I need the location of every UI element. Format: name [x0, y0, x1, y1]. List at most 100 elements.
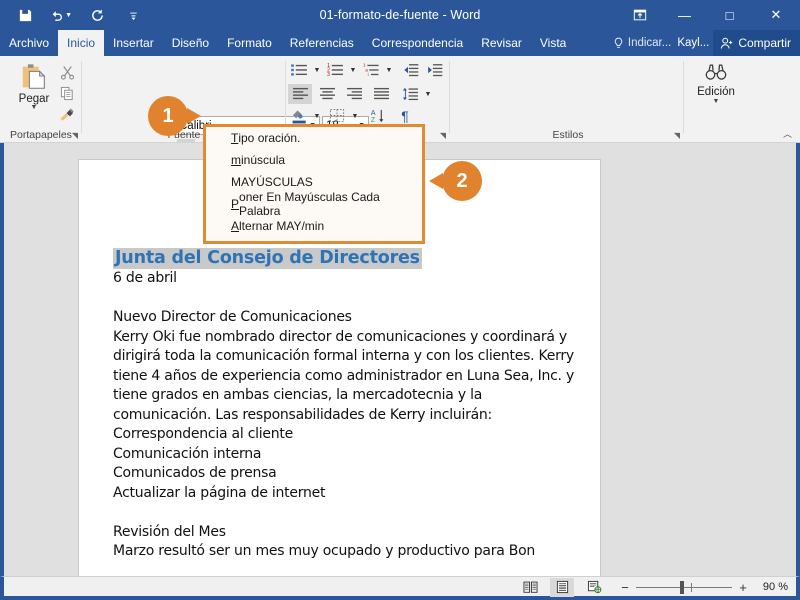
find-binoculars-icon: [704, 62, 728, 84]
align-center-icon[interactable]: [315, 84, 339, 104]
share-person-icon: [720, 37, 734, 50]
read-mode-icon[interactable]: [518, 578, 542, 597]
minimize-button[interactable]: —: [662, 0, 707, 30]
svg-text:i: i: [367, 72, 368, 77]
multilevel-dropdown-caret[interactable]: ▼: [383, 60, 393, 80]
align-left-icon[interactable]: [288, 84, 312, 104]
maximize-button[interactable]: □: [707, 0, 752, 30]
zoom-slider[interactable]: [636, 580, 732, 594]
menu-item-label: inúscula: [241, 153, 286, 167]
tab-formato[interactable]: Formato: [218, 30, 281, 56]
bullets-icon[interactable]: [288, 60, 310, 80]
paste-icon: [19, 62, 49, 92]
ribbon-display-options-icon[interactable]: [617, 0, 662, 30]
close-button[interactable]: ✕: [752, 0, 800, 30]
paste-button[interactable]: Pegar ▼: [10, 62, 58, 111]
increase-indent-icon[interactable]: [423, 60, 445, 80]
borders-dropdown-caret[interactable]: ▼: [349, 106, 359, 126]
numbering-dropdown-caret[interactable]: ▼: [347, 60, 357, 80]
group-edicion: Edición ▼ ︿: [686, 56, 800, 143]
menu-item-accelerator: m: [231, 153, 241, 167]
tab-vista[interactable]: Vista: [531, 30, 575, 56]
menu-item-label: lternar MAY/min: [239, 219, 325, 233]
clipboard-dialog-launcher[interactable]: ◥: [72, 131, 78, 140]
menu-item-minuscula[interactable]: m inúscula: [206, 149, 422, 171]
paste-dropdown-caret[interactable]: ▼: [31, 104, 38, 111]
line-spacing-dropdown-caret[interactable]: ▼: [422, 84, 432, 104]
document-paragraph: Correspondencia al cliente: [113, 426, 294, 442]
shading-icon[interactable]: [288, 106, 310, 126]
document-date: 6 de abril: [113, 270, 177, 286]
tab-bar-right: Indicar... Kayl... Compartir: [609, 30, 800, 56]
sort-icon[interactable]: AZ: [366, 106, 388, 126]
tab-inicio[interactable]: Inicio: [58, 30, 105, 56]
svg-text:A: A: [370, 110, 375, 117]
numbering-icon[interactable]: 123: [324, 60, 346, 80]
menu-item-label: oner En Mayúsculas Cada Palabra: [239, 190, 380, 218]
status-bar: − + 90 %: [0, 576, 800, 600]
justify-icon[interactable]: [369, 84, 393, 104]
menu-item-accelerator: MAY: [231, 175, 257, 189]
zoom-in-button[interactable]: +: [738, 580, 748, 595]
change-case-dropdown-menu[interactable]: Tipo oración. m inúscula MAY ÚSCULAS Poner…: [203, 124, 425, 244]
group-label-portapapeles: Portapapeles: [10, 129, 72, 141]
document-heading: Junta del Consejo de Directores: [113, 248, 422, 269]
cut-icon[interactable]: [56, 62, 78, 82]
paragraph-dialog-launcher[interactable]: ◥: [440, 131, 446, 140]
group-label-estilos: Estilos: [552, 129, 584, 141]
styles-dialog-launcher[interactable]: ◥: [674, 131, 680, 140]
editing-dropdown-caret[interactable]: ▼: [713, 98, 720, 105]
menu-item-tipo-oracion[interactable]: Tipo oración.: [206, 127, 422, 149]
zoom-slider-thumb[interactable]: [680, 580, 684, 594]
status-bar-right: − + 90 %: [518, 577, 788, 597]
align-right-icon[interactable]: [342, 84, 366, 104]
document-heading-line: Junta del Consejo de Directores: [113, 248, 583, 269]
ribbon-tab-bar: Archivo Inicio Insertar Diseño Formato R…: [0, 30, 800, 56]
menu-item-alternar-may-min[interactable]: Alternar MAY/min: [206, 215, 422, 237]
borders-icon[interactable]: [326, 106, 348, 126]
print-layout-icon[interactable]: [550, 577, 574, 597]
format-painter-icon[interactable]: [56, 104, 78, 124]
tab-referencias[interactable]: Referencias: [281, 30, 363, 56]
web-layout-icon[interactable]: [582, 578, 606, 597]
tab-revisar[interactable]: Revisar: [472, 30, 531, 56]
callout-number: 2: [456, 169, 468, 192]
share-button[interactable]: Compartir: [713, 30, 800, 56]
menu-item-accelerator: P: [231, 197, 240, 211]
editing-button[interactable]: Edición ▼: [690, 62, 742, 105]
zoom-out-button[interactable]: −: [620, 580, 630, 595]
word-application-window: ▼ 01-formato-de-fuente - Word — □ ✕ Arch…: [0, 0, 800, 600]
menu-item-label: ÚSCULAS: [256, 175, 313, 189]
user-account-label[interactable]: Kayl...: [675, 37, 713, 49]
tab-correspondencia[interactable]: Correspondencia: [363, 30, 472, 56]
zoom-control[interactable]: − + 90 %: [620, 580, 788, 595]
callout-tail: [187, 108, 201, 124]
divider: [683, 61, 684, 133]
zoom-level-label[interactable]: 90 %: [754, 581, 788, 593]
empty-line: [113, 289, 583, 309]
copy-icon[interactable]: [56, 83, 78, 103]
document-section-title: Revisión del Mes: [113, 523, 226, 540]
collapse-ribbon-icon[interactable]: ︿: [783, 127, 792, 140]
shading-dropdown-caret[interactable]: ▼: [311, 106, 321, 126]
line-spacing-icon[interactable]: [399, 84, 421, 104]
multilevel-list-icon[interactable]: 1ai: [360, 60, 382, 80]
tab-insertar[interactable]: Insertar: [104, 30, 163, 56]
show-formatting-marks-button[interactable]: ¶: [394, 106, 416, 126]
svg-text:3: 3: [327, 72, 330, 77]
bullets-dropdown-caret[interactable]: ▼: [311, 60, 321, 80]
tell-me-box[interactable]: Indicar...: [609, 37, 675, 50]
menu-item-accelerator: A: [231, 219, 240, 233]
svg-text:Z: Z: [370, 117, 375, 124]
decrease-indent-icon[interactable]: [399, 60, 421, 80]
empty-line: [113, 503, 583, 523]
window-controls: — □ ✕: [617, 0, 800, 30]
document-paragraph: Actualizar la página de internet: [113, 484, 326, 501]
group-portapapeles: Pegar ▼ Portapapeles ◥: [0, 56, 82, 143]
menu-item-poner-en-mayusculas-cada-palabra[interactable]: Poner En Mayúsculas Cada Palabra: [206, 190, 422, 218]
tell-me-label: Indicar...: [627, 37, 672, 49]
tab-archivo[interactable]: Archivo: [0, 30, 58, 56]
tab-diseno[interactable]: Diseño: [163, 30, 218, 56]
document-body[interactable]: Junta del Consejo de Directores 6 de abr…: [113, 248, 583, 562]
document-paragraph: Marzo resultó ser un mes muy ocupado y p…: [113, 543, 536, 559]
